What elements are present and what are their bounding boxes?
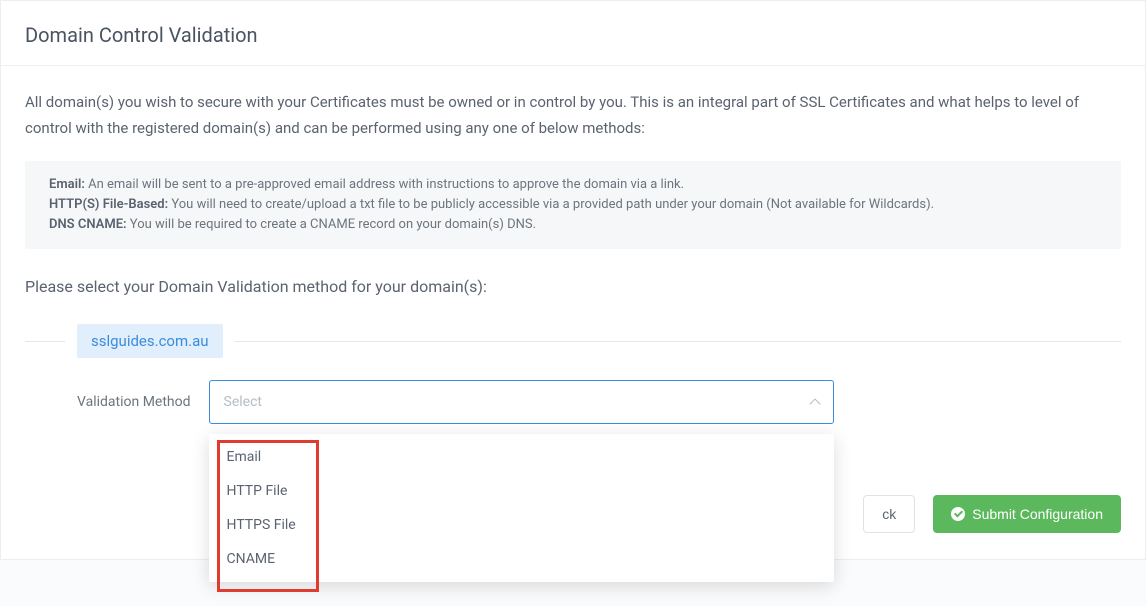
footer-actions: ck Submit Configuration bbox=[863, 495, 1121, 533]
method-http-text: You will need to create/upload a txt fil… bbox=[168, 197, 934, 212]
submit-button-label: Submit Configuration bbox=[972, 506, 1103, 522]
validation-method-select[interactable]: Select bbox=[209, 380, 834, 424]
select-prompt: Please select your Domain Validation met… bbox=[25, 277, 1121, 296]
check-circle-icon bbox=[951, 507, 965, 521]
divider-left bbox=[25, 341, 65, 342]
option-cname[interactable]: CNAME bbox=[209, 542, 834, 576]
validation-method-select-wrap: Select Email HTTP File HTTPS File CNAME bbox=[209, 380, 834, 424]
validation-method-label: Validation Method bbox=[77, 394, 191, 410]
method-dns-row: DNS CNAME: You will be required to creat… bbox=[49, 215, 1097, 235]
submit-configuration-button[interactable]: Submit Configuration bbox=[933, 495, 1121, 533]
method-email-text: An email will be sent to a pre-approved … bbox=[85, 177, 684, 192]
intro-text: All domain(s) you wish to secure with yo… bbox=[25, 90, 1121, 141]
page-title: Domain Control Validation bbox=[1, 1, 1145, 66]
validation-method-dropdown: Email HTTP File HTTPS File CNAME bbox=[209, 434, 834, 582]
validation-method-row: Validation Method Select Email HTTP File… bbox=[25, 380, 1121, 424]
domain-chip: sslguides.com.au bbox=[77, 324, 223, 358]
domain-header: sslguides.com.au bbox=[25, 324, 1121, 358]
select-placeholder: Select bbox=[224, 394, 262, 410]
option-email[interactable]: Email bbox=[209, 440, 834, 474]
content-area: All domain(s) you wish to secure with yo… bbox=[1, 66, 1145, 448]
domain-section: sslguides.com.au Validation Method Selec… bbox=[25, 324, 1121, 424]
method-http-label: HTTP(S) File-Based: bbox=[49, 197, 168, 212]
method-email-row: Email: An email will be sent to a pre-ap… bbox=[49, 175, 1097, 195]
method-dns-label: DNS CNAME: bbox=[49, 217, 127, 232]
method-http-row: HTTP(S) File-Based: You will need to cre… bbox=[49, 195, 1097, 215]
page-container: Domain Control Validation All domain(s) … bbox=[0, 0, 1146, 560]
back-button-label: ck bbox=[882, 506, 896, 522]
option-http-file[interactable]: HTTP File bbox=[209, 474, 834, 508]
method-email-label: Email: bbox=[49, 177, 85, 192]
chevron-up-icon bbox=[809, 399, 820, 410]
back-button[interactable]: ck bbox=[863, 495, 915, 533]
method-dns-text: You will be required to create a CNAME r… bbox=[127, 217, 536, 232]
divider-right bbox=[235, 341, 1121, 342]
option-https-file[interactable]: HTTPS File bbox=[209, 508, 834, 542]
methods-info-box: Email: An email will be sent to a pre-ap… bbox=[25, 161, 1121, 249]
